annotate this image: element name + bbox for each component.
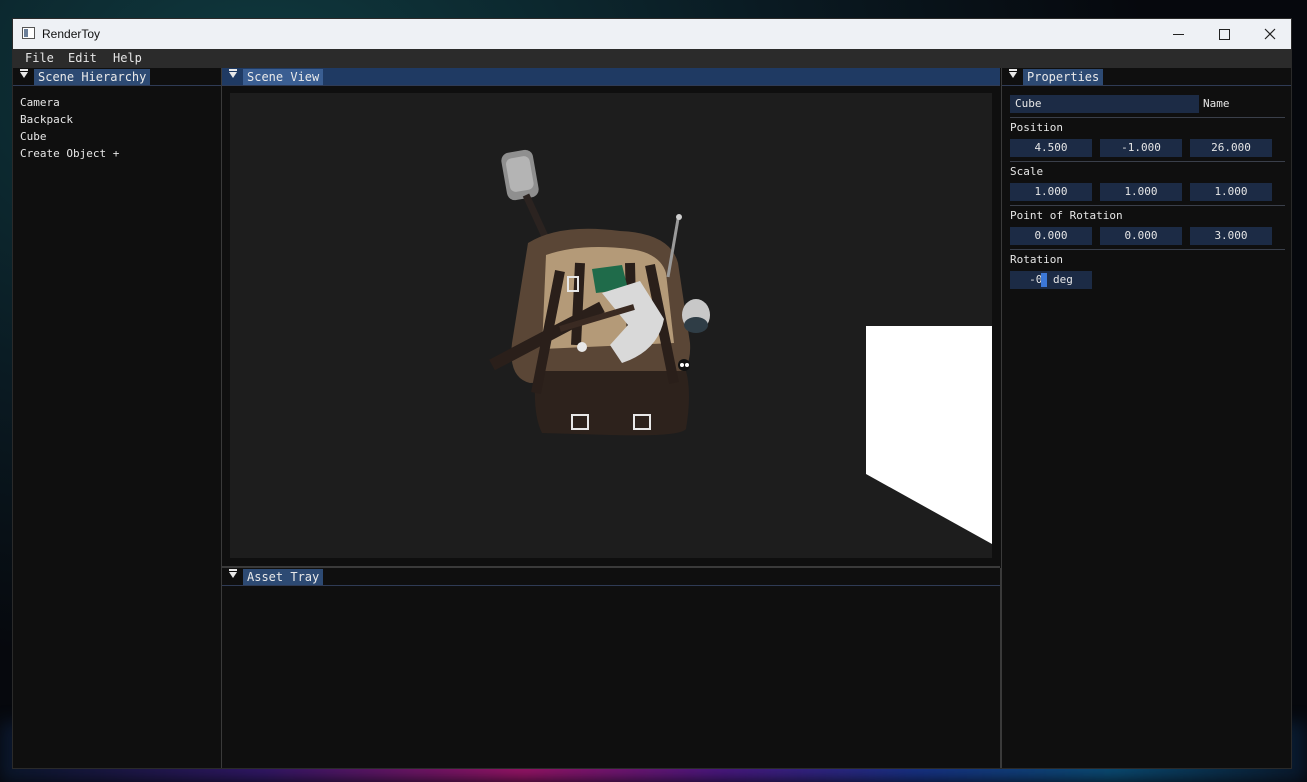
divider [1010, 117, 1285, 118]
scene-view-header[interactable]: Scene View [222, 68, 1000, 86]
menu-file[interactable]: File [25, 51, 54, 65]
position-z-input[interactable]: 26.000 [1190, 139, 1272, 157]
scene-viewport[interactable] [230, 93, 992, 558]
close-icon [1264, 28, 1276, 40]
scale-x-input[interactable]: 1.000 [1010, 183, 1092, 201]
hierarchy-item-cube[interactable]: Cube [20, 128, 119, 145]
app-icon [22, 27, 35, 39]
rotation-input[interactable]: -0 deg [1010, 271, 1092, 289]
scale-z-input[interactable]: 1.000 [1190, 183, 1272, 201]
hierarchy-item-camera[interactable]: Camera [20, 94, 119, 111]
scale-label: Scale [1010, 165, 1044, 178]
point-of-rotation-label: Point of Rotation [1010, 209, 1123, 222]
menu-bar: File Edit Help [13, 49, 1291, 68]
close-button[interactable] [1247, 19, 1291, 49]
menu-edit[interactable]: Edit [68, 51, 97, 65]
rotation-value: -0 [1029, 273, 1043, 286]
divider [1010, 205, 1285, 206]
properties-panel: Properties Cube Name Position 4.500 -1.0… [1001, 68, 1291, 768]
asset-tray-tab[interactable]: Asset Tray [243, 569, 324, 585]
rotation-unit: deg [1046, 273, 1073, 286]
app-window: RenderToy File Edit Help Scene Hierarchy… [12, 18, 1292, 769]
minimize-button[interactable] [1155, 19, 1201, 49]
pivot-x-input[interactable]: 0.000 [1010, 227, 1092, 245]
window-title: RenderToy [42, 27, 101, 41]
name-label: Name [1203, 97, 1230, 110]
position-label: Position [1010, 121, 1063, 134]
title-bar[interactable]: RenderToy [13, 19, 1291, 49]
hierarchy-list: Camera Backpack Cube Create Object + [20, 94, 119, 162]
position-x-input[interactable]: 4.500 [1010, 139, 1092, 157]
collapse-icon[interactable] [20, 69, 28, 78]
maximize-button[interactable] [1201, 19, 1247, 49]
scene-hierarchy-header[interactable]: Scene Hierarchy [13, 68, 221, 86]
scale-y-input[interactable]: 1.000 [1100, 183, 1182, 201]
collapse-icon[interactable] [229, 69, 237, 78]
scene-view-tab[interactable]: Scene View [243, 69, 324, 85]
asset-tray-header[interactable]: Asset Tray [222, 568, 1000, 586]
divider [1010, 249, 1285, 250]
scene-hierarchy-panel: Scene Hierarchy Camera Backpack Cube Cre… [13, 68, 222, 768]
maximize-icon [1218, 28, 1230, 40]
properties-header[interactable]: Properties [1002, 68, 1291, 86]
pivot-y-input[interactable]: 0.000 [1100, 227, 1182, 245]
scene-hierarchy-tab[interactable]: Scene Hierarchy [34, 69, 151, 85]
position-y-input[interactable]: -1.000 [1100, 139, 1182, 157]
asset-tray-panel: Asset Tray [222, 568, 1001, 768]
rotation-label: Rotation [1010, 253, 1063, 266]
properties-tab[interactable]: Properties [1023, 69, 1104, 85]
object-name-input[interactable]: Cube [1010, 95, 1199, 113]
menu-help[interactable]: Help [113, 51, 142, 65]
pivot-z-input[interactable]: 3.000 [1190, 227, 1272, 245]
create-object-button[interactable]: Create Object + [20, 145, 119, 162]
minimize-icon [1172, 33, 1184, 35]
collapse-icon[interactable] [229, 569, 237, 578]
collapse-icon[interactable] [1009, 69, 1017, 78]
divider [1010, 161, 1285, 162]
hierarchy-item-backpack[interactable]: Backpack [20, 111, 119, 128]
cube-object [866, 326, 992, 544]
scene-view-panel: Scene View [222, 68, 1000, 568]
